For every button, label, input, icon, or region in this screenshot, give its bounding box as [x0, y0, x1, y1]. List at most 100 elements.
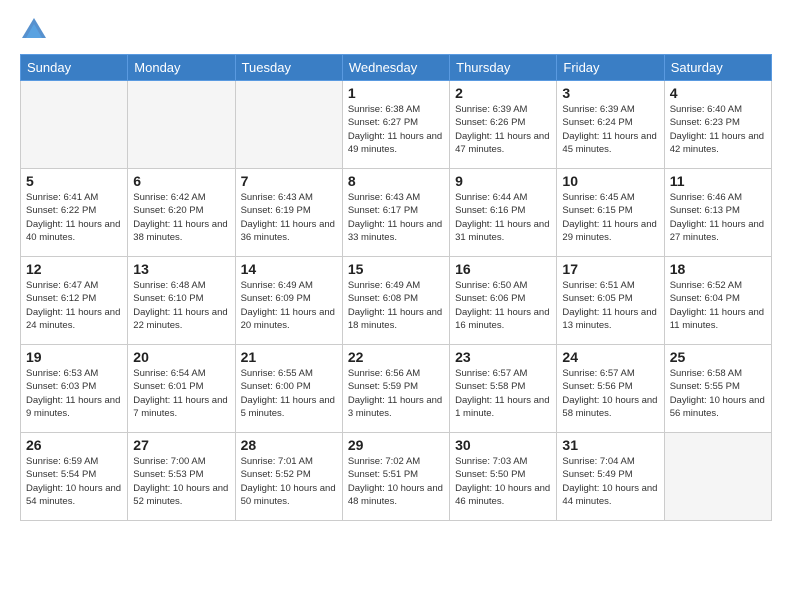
calendar-table: SundayMondayTuesdayWednesdayThursdayFrid… [20, 54, 772, 521]
day-cell: 12 Sunrise: 6:47 AM Sunset: 6:12 PM Dayli… [21, 257, 128, 345]
day-number: 5 [26, 173, 122, 189]
weekday-header-saturday: Saturday [664, 55, 771, 81]
day-number: 9 [455, 173, 551, 189]
day-cell: 31 Sunrise: 7:04 AM Sunset: 5:49 PM Dayli… [557, 433, 664, 521]
day-info: Sunrise: 6:46 AM Sunset: 6:13 PM Dayligh… [670, 191, 766, 244]
day-info: Sunrise: 6:51 AM Sunset: 6:05 PM Dayligh… [562, 279, 658, 332]
day-cell: 17Sunrise: 6:51 AM Sunset: 6:05 PM Dayli… [557, 257, 664, 345]
day-number: 23 [455, 349, 551, 365]
day-cell: 22 Sunrise: 6:56 AM Sunset: 5:59 PM Dayli… [342, 345, 449, 433]
day-cell [21, 81, 128, 169]
day-number: 12 [26, 261, 122, 277]
day-number: 3 [562, 85, 658, 101]
week-row-4: 19Sunrise: 6:53 AM Sunset: 6:03 PM Dayli… [21, 345, 772, 433]
day-cell: 14Sunrise: 6:49 AM Sunset: 6:09 PM Dayli… [235, 257, 342, 345]
day-cell: 25Sunrise: 6:58 AM Sunset: 5:55 PM Dayli… [664, 345, 771, 433]
day-info: Sunrise: 6:40 AM Sunset: 6:23 PM Dayligh… [670, 103, 766, 156]
day-cell: 9 Sunrise: 6:44 AM Sunset: 6:16 PM Daylig… [450, 169, 557, 257]
day-info: Sunrise: 7:03 AM Sunset: 5:50 PM Dayligh… [455, 455, 551, 508]
day-info: Sunrise: 6:59 AM Sunset: 5:54 PM Dayligh… [26, 455, 122, 508]
day-info: Sunrise: 7:04 AM Sunset: 5:49 PM Dayligh… [562, 455, 658, 508]
day-info: Sunrise: 6:49 AM Sunset: 6:08 PM Dayligh… [348, 279, 444, 332]
week-row-1: 1Sunrise: 6:38 AM Sunset: 6:27 PM Daylig… [21, 81, 772, 169]
day-cell: 30 Sunrise: 7:03 AM Sunset: 5:50 PM Dayli… [450, 433, 557, 521]
weekday-header-tuesday: Tuesday [235, 55, 342, 81]
day-number: 27 [133, 437, 229, 453]
day-cell: 10 Sunrise: 6:45 AM Sunset: 6:15 PM Dayli… [557, 169, 664, 257]
day-cell: 26 Sunrise: 6:59 AM Sunset: 5:54 PM Dayli… [21, 433, 128, 521]
day-info: Sunrise: 6:53 AM Sunset: 6:03 PM Dayligh… [26, 367, 122, 420]
weekday-header-friday: Friday [557, 55, 664, 81]
day-number: 20 [133, 349, 229, 365]
weekday-header-thursday: Thursday [450, 55, 557, 81]
day-number: 21 [241, 349, 337, 365]
day-cell: 5 Sunrise: 6:41 AM Sunset: 6:22 PM Daylig… [21, 169, 128, 257]
day-info: Sunrise: 6:47 AM Sunset: 6:12 PM Dayligh… [26, 279, 122, 332]
day-cell: 2 Sunrise: 6:39 AM Sunset: 6:26 PM Daylig… [450, 81, 557, 169]
day-number: 11 [670, 173, 766, 189]
day-cell: 19Sunrise: 6:53 AM Sunset: 6:03 PM Dayli… [21, 345, 128, 433]
day-number: 28 [241, 437, 337, 453]
day-cell [235, 81, 342, 169]
day-number: 4 [670, 85, 766, 101]
day-cell: 23 Sunrise: 6:57 AM Sunset: 5:58 PM Dayli… [450, 345, 557, 433]
day-number: 13 [133, 261, 229, 277]
day-info: Sunrise: 6:44 AM Sunset: 6:16 PM Dayligh… [455, 191, 551, 244]
day-cell: 29 Sunrise: 7:02 AM Sunset: 5:51 PM Dayli… [342, 433, 449, 521]
day-number: 15 [348, 261, 444, 277]
calendar-page: SundayMondayTuesdayWednesdayThursdayFrid… [0, 0, 792, 612]
day-cell: 6 Sunrise: 6:42 AM Sunset: 6:20 PM Daylig… [128, 169, 235, 257]
day-number: 29 [348, 437, 444, 453]
day-info: Sunrise: 6:45 AM Sunset: 6:15 PM Dayligh… [562, 191, 658, 244]
day-info: Sunrise: 6:50 AM Sunset: 6:06 PM Dayligh… [455, 279, 551, 332]
day-number: 31 [562, 437, 658, 453]
day-number: 22 [348, 349, 444, 365]
day-number: 26 [26, 437, 122, 453]
day-cell: 8Sunrise: 6:43 AM Sunset: 6:17 PM Daylig… [342, 169, 449, 257]
day-cell: 24 Sunrise: 6:57 AM Sunset: 5:56 PM Dayli… [557, 345, 664, 433]
week-row-5: 26 Sunrise: 6:59 AM Sunset: 5:54 PM Dayli… [21, 433, 772, 521]
day-number: 7 [241, 173, 337, 189]
day-info: Sunrise: 6:41 AM Sunset: 6:22 PM Dayligh… [26, 191, 122, 244]
day-info: Sunrise: 6:57 AM Sunset: 5:58 PM Dayligh… [455, 367, 551, 420]
day-info: Sunrise: 6:57 AM Sunset: 5:56 PM Dayligh… [562, 367, 658, 420]
weekday-header-wednesday: Wednesday [342, 55, 449, 81]
day-info: Sunrise: 6:38 AM Sunset: 6:27 PM Dayligh… [348, 103, 444, 156]
week-row-3: 12 Sunrise: 6:47 AM Sunset: 6:12 PM Dayli… [21, 257, 772, 345]
day-info: Sunrise: 6:43 AM Sunset: 6:19 PM Dayligh… [241, 191, 337, 244]
day-info: Sunrise: 6:54 AM Sunset: 6:01 PM Dayligh… [133, 367, 229, 420]
day-cell [128, 81, 235, 169]
day-info: Sunrise: 7:02 AM Sunset: 5:51 PM Dayligh… [348, 455, 444, 508]
weekday-header-row: SundayMondayTuesdayWednesdayThursdayFrid… [21, 55, 772, 81]
day-cell: 27Sunrise: 7:00 AM Sunset: 5:53 PM Dayli… [128, 433, 235, 521]
day-info: Sunrise: 6:42 AM Sunset: 6:20 PM Dayligh… [133, 191, 229, 244]
day-info: Sunrise: 6:55 AM Sunset: 6:00 PM Dayligh… [241, 367, 337, 420]
day-number: 6 [133, 173, 229, 189]
day-cell: 4 Sunrise: 6:40 AM Sunset: 6:23 PM Daylig… [664, 81, 771, 169]
week-row-2: 5 Sunrise: 6:41 AM Sunset: 6:22 PM Daylig… [21, 169, 772, 257]
logo [20, 16, 52, 44]
day-info: Sunrise: 7:01 AM Sunset: 5:52 PM Dayligh… [241, 455, 337, 508]
day-info: Sunrise: 6:56 AM Sunset: 5:59 PM Dayligh… [348, 367, 444, 420]
day-cell: 16Sunrise: 6:50 AM Sunset: 6:06 PM Dayli… [450, 257, 557, 345]
header [20, 16, 772, 44]
day-cell: 15 Sunrise: 6:49 AM Sunset: 6:08 PM Dayli… [342, 257, 449, 345]
day-cell: 3 Sunrise: 6:39 AM Sunset: 6:24 PM Daylig… [557, 81, 664, 169]
day-cell: 20 Sunrise: 6:54 AM Sunset: 6:01 PM Dayli… [128, 345, 235, 433]
day-info: Sunrise: 6:39 AM Sunset: 6:24 PM Dayligh… [562, 103, 658, 156]
day-number: 25 [670, 349, 766, 365]
day-number: 30 [455, 437, 551, 453]
day-cell: 13 Sunrise: 6:48 AM Sunset: 6:10 PM Dayli… [128, 257, 235, 345]
day-cell: 28 Sunrise: 7:01 AM Sunset: 5:52 PM Dayli… [235, 433, 342, 521]
day-number: 10 [562, 173, 658, 189]
logo-icon [20, 16, 48, 44]
day-cell [664, 433, 771, 521]
day-info: Sunrise: 6:48 AM Sunset: 6:10 PM Dayligh… [133, 279, 229, 332]
day-number: 18 [670, 261, 766, 277]
day-number: 2 [455, 85, 551, 101]
day-cell: 11 Sunrise: 6:46 AM Sunset: 6:13 PM Dayli… [664, 169, 771, 257]
day-info: Sunrise: 6:52 AM Sunset: 6:04 PM Dayligh… [670, 279, 766, 332]
weekday-header-sunday: Sunday [21, 55, 128, 81]
day-number: 24 [562, 349, 658, 365]
day-info: Sunrise: 6:39 AM Sunset: 6:26 PM Dayligh… [455, 103, 551, 156]
